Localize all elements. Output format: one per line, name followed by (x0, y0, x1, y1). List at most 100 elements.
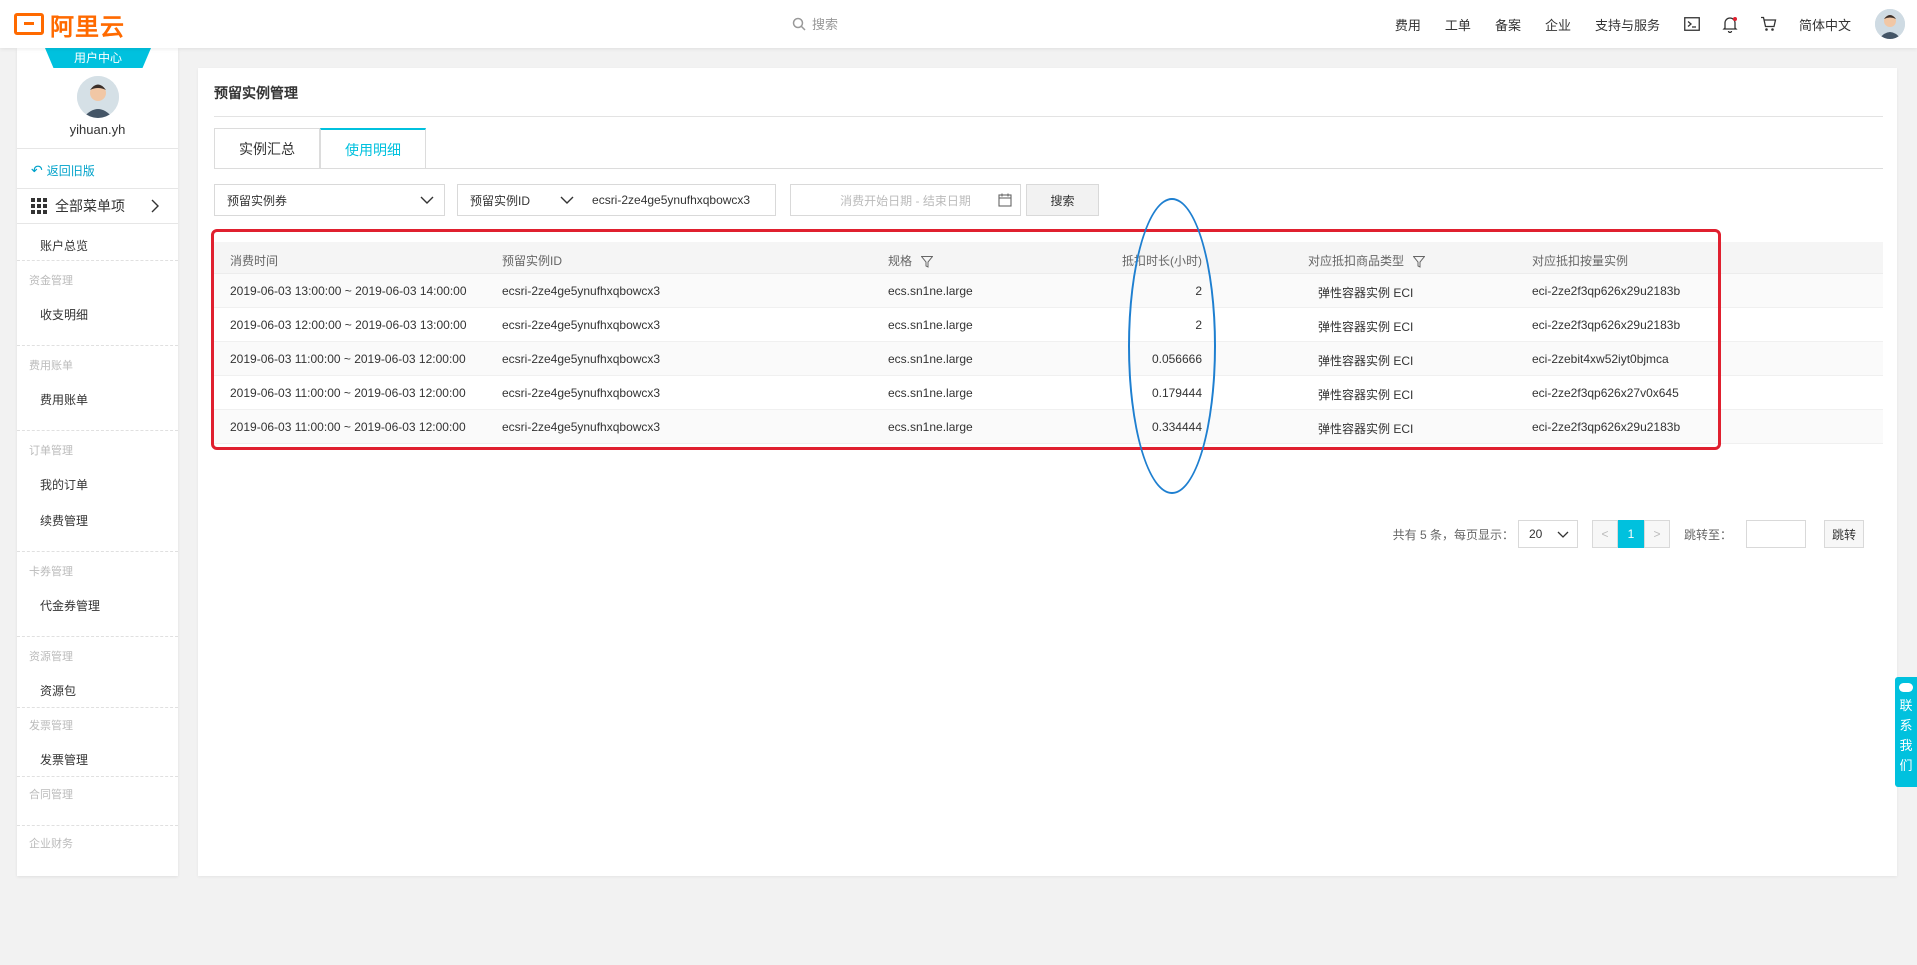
language-switch[interactable]: 简体中文 (1799, 15, 1851, 34)
cell-deduction-hours: 0.056666 (1151, 352, 1202, 366)
sidebar-group-funds: 资金管理 (29, 275, 73, 287)
calendar-icon (998, 193, 1012, 207)
table-row: 2019-06-03 12:00:00 ~ 2019-06-03 13:00:0… (214, 308, 1883, 342)
search-placeholder: 搜索 (812, 17, 839, 32)
table-row: 2019-06-03 11:00:00 ~ 2019-06-03 12:00:0… (214, 342, 1883, 376)
sidebar-group-bills: 费用账单 (29, 360, 73, 372)
nav-tickets[interactable]: 工单 (1445, 15, 1471, 34)
cart-icon[interactable] (1760, 16, 1777, 32)
usage-table: 消费时间 预留实例ID 规格 抵扣时长(小时) 对应抵扣商品类型 对应抵扣按量实… (214, 242, 1883, 444)
cell-deduction-hours: 0.179444 (1151, 386, 1202, 400)
tab-usage-details[interactable]: 使用明细 (320, 128, 426, 169)
contact-us-label: 联系我们 (1899, 698, 1913, 773)
divider (17, 636, 178, 637)
all-menu-button[interactable]: 全部菜单项 (17, 188, 178, 224)
chevron-down-icon (1557, 531, 1569, 538)
sidebar-item-renewals[interactable]: 续费管理 (40, 512, 88, 529)
sidebar: 用户中心 yihuan.yh ↶ 返回旧版 全部菜单项 账户总览 资金管理 收支… (17, 48, 178, 876)
jump-page-input[interactable] (1746, 520, 1806, 548)
cell-spec: ecs.sn1ne.large (888, 420, 973, 434)
table-body: 2019-06-03 13:00:00 ~ 2019-06-03 14:00:0… (214, 274, 1883, 444)
user-avatar[interactable] (1875, 9, 1905, 39)
bell-icon[interactable] (1722, 16, 1738, 33)
cell-payg-instance: eci-2ze2f3qp626x29u2183b (1532, 284, 1681, 298)
sidebar-item-vouchers[interactable]: 代金券管理 (40, 597, 100, 614)
sidebar-group-contracts[interactable]: 合同管理 (29, 786, 73, 802)
divider (17, 148, 178, 149)
id-field-select[interactable]: 预留实例ID (470, 192, 530, 209)
header-spec: 规格 (888, 252, 934, 269)
sidebar-group-invoices: 发票管理 (29, 720, 73, 732)
nav-support[interactable]: 支持与服务 (1595, 15, 1660, 34)
next-page-button[interactable]: > (1643, 520, 1670, 548)
header-product-type-label: 对应抵扣商品类型 (1308, 254, 1405, 268)
sidebar-item-invoices[interactable]: 发票管理 (40, 751, 88, 768)
sidebar-item-transactions[interactable]: 收支明细 (40, 306, 88, 323)
tab-instance-summary[interactable]: 实例汇总 (214, 128, 320, 169)
aliyun-logo[interactable]: 阿里云 (14, 10, 125, 41)
chat-icon (1899, 683, 1913, 692)
sidebar-item-overview[interactable]: 账户总览 (40, 237, 88, 254)
divider (214, 168, 1883, 169)
sidebar-group-resources: 资源管理 (29, 651, 73, 663)
divider (17, 707, 178, 708)
cell-consume-time: 2019-06-03 13:00:00 ~ 2019-06-03 14:00:0… (230, 284, 467, 298)
instance-id-input[interactable]: ecsri-2ze4ge5ynufhxqbowcx3 (592, 193, 750, 207)
nav-enterprise[interactable]: 企业 (1545, 15, 1571, 34)
cell-spec: ecs.sn1ne.large (888, 318, 973, 332)
cell-deduction-hours: 0.334444 (1151, 420, 1202, 434)
sidebar-group-orders: 订单管理 (29, 445, 73, 457)
page-1-button[interactable]: 1 (1617, 520, 1644, 548)
all-menu-label: 全部菜单项 (55, 198, 125, 214)
cell-consume-time: 2019-06-03 11:00:00 ~ 2019-06-03 12:00:0… (230, 420, 466, 434)
page-size-value: 20 (1528, 527, 1543, 541)
back-to-old-version-link[interactable]: ↶ 返回旧版 (31, 162, 95, 179)
cell-instance-id: ecsri-2ze4ge5ynufhxqbowcx3 (502, 352, 661, 366)
logo-text: 阿里云 (50, 13, 125, 41)
divider (214, 116, 1883, 117)
divider (17, 260, 178, 261)
cell-product-type: 弹性容器实例 ECI (1318, 320, 1414, 334)
prev-page-button[interactable]: < (1591, 520, 1618, 548)
filter-icon[interactable] (1413, 255, 1426, 268)
sidebar-item-bills[interactable]: 费用账单 (40, 391, 88, 408)
cell-consume-time: 2019-06-03 11:00:00 ~ 2019-06-03 12:00:0… (230, 352, 466, 366)
search-icon (792, 17, 806, 31)
divider (17, 430, 178, 431)
chevron-down-icon (420, 196, 434, 204)
global-search[interactable]: 搜索 (792, 14, 838, 33)
sidebar-item-my-orders[interactable]: 我的订单 (40, 476, 88, 493)
chevron-right-icon (151, 199, 159, 213)
cell-payg-instance: eci-2ze2f3qp626x27v0x645 (1532, 386, 1679, 400)
cell-consume-time: 2019-06-03 11:00:00 ~ 2019-06-03 12:00:0… (230, 386, 466, 400)
jump-button[interactable]: 跳转 (1824, 520, 1864, 548)
sidebar-group-finance[interactable]: 企业财务 (29, 835, 73, 851)
search-button[interactable]: 搜索 (1026, 184, 1099, 216)
instance-type-value: 预留实例券 (227, 193, 288, 208)
cell-spec: ecs.sn1ne.large (888, 352, 973, 366)
sidebar-item-resource-packs[interactable]: 资源包 (40, 682, 76, 699)
logo-icon (14, 13, 44, 35)
cell-instance-id: ecsri-2ze4ge5ynufhxqbowcx3 (502, 386, 661, 400)
user-center-badge: 用户中心 (45, 48, 151, 68)
date-range-picker[interactable]: 消费开始日期 - 结束日期 (790, 184, 1021, 216)
nav-fees[interactable]: 费用 (1395, 15, 1421, 34)
divider (17, 345, 178, 346)
pagination-summary: 共有 5 条，每页显示： (1392, 527, 1514, 542)
date-range-placeholder: 消费开始日期 - 结束日期 (840, 193, 971, 208)
instance-id-filter: 预留实例ID ecsri-2ze4ge5ynufhxqbowcx3 (457, 184, 776, 216)
header-product-type: 对应抵扣商品类型 (1308, 252, 1426, 269)
page-size-select[interactable]: 20 (1517, 520, 1578, 548)
nav-icp[interactable]: 备案 (1495, 15, 1521, 34)
back-arrow-icon: ↶ (31, 162, 43, 178)
table-row: 2019-06-03 11:00:00 ~ 2019-06-03 12:00:0… (214, 410, 1883, 444)
instance-type-select[interactable]: 预留实例券 (214, 184, 445, 216)
cell-instance-id: ecsri-2ze4ge5ynufhxqbowcx3 (502, 420, 661, 434)
jump-label: 跳转至： (1683, 527, 1732, 542)
cell-product-type: 弹性容器实例 ECI (1318, 388, 1414, 402)
chevron-down-icon[interactable] (560, 194, 574, 206)
contact-us-button[interactable]: 联系我们 (1895, 677, 1917, 787)
filter-icon[interactable] (921, 255, 934, 268)
top-nav: 费用 工单 备案 企业 支持与服务 简体中文 (1395, 0, 1917, 48)
terminal-icon[interactable] (1684, 17, 1700, 31)
